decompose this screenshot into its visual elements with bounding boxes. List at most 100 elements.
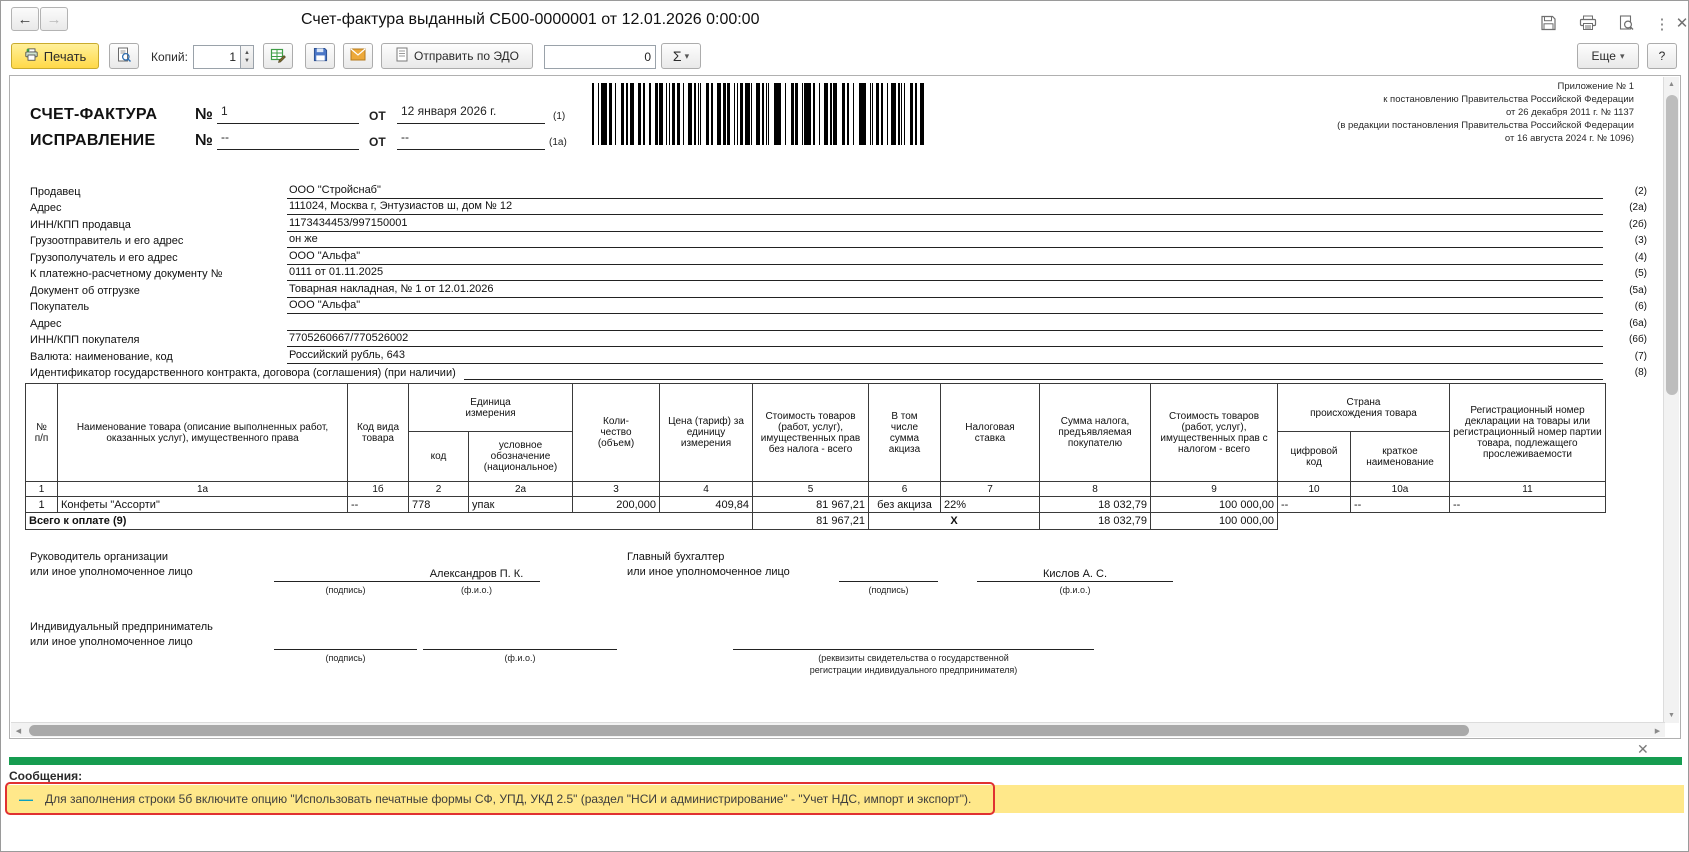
preview-button[interactable] xyxy=(109,43,139,69)
window-title: Счет-фактура выданный СБ00-0000001 от 12… xyxy=(301,11,760,28)
back-button[interactable]: ← xyxy=(11,7,39,31)
column-number: 5 xyxy=(752,481,869,497)
cell-rate: 22% xyxy=(940,496,1040,513)
print-icon[interactable] xyxy=(1577,13,1599,33)
total-x-mark: X xyxy=(868,512,1040,530)
header-cell-kind: Код вида товара xyxy=(347,383,409,482)
count-value: 0 xyxy=(644,50,651,64)
cell-unit-symbol: упак xyxy=(468,496,573,513)
floppy-icon xyxy=(313,47,328,65)
correction-number-value: -- xyxy=(217,130,359,150)
field-label: Валюта: наименование, код xyxy=(30,350,173,363)
column-number: 1а xyxy=(57,481,348,497)
vertical-scroll-thumb[interactable] xyxy=(1666,95,1678,395)
column-number: 8 xyxy=(1039,481,1151,497)
accountant-label-line: или иное уполномоченное лицо xyxy=(627,566,790,578)
field-label: Идентификатор государственного контракта… xyxy=(30,367,456,379)
column-number: 9 xyxy=(1150,481,1278,497)
column-number: 2 xyxy=(408,481,469,497)
cell-unit-code: 778 xyxy=(408,496,469,513)
field-marker: (4) xyxy=(1634,251,1647,263)
scroll-left-icon[interactable]: ◀ xyxy=(11,723,26,738)
field-label: ИНН/КПП продавца xyxy=(30,218,131,231)
head-signer-label-line: или иное уполномоченное лицо xyxy=(30,566,193,578)
invoice-print-form: Приложение № 1 к постановлению Правитель… xyxy=(9,75,1681,739)
column-number: 2а xyxy=(468,481,573,497)
legal-note-line: от 26 декабря 2011 г. № 1137 xyxy=(1505,107,1634,118)
copies-stepper[interactable]: ▲ ▼ xyxy=(241,45,254,69)
field-marker: (7) xyxy=(1634,350,1647,362)
vertical-scrollbar[interactable]: ▲ ▼ xyxy=(1663,77,1679,723)
scroll-down-icon[interactable]: ▼ xyxy=(1664,708,1679,723)
field-marker: (5а) xyxy=(1629,284,1647,296)
copies-label: Копий: xyxy=(151,50,188,64)
more-menu-icon[interactable]: ⋮ xyxy=(1651,14,1673,34)
message-marker: — xyxy=(19,791,33,807)
head-signature-line xyxy=(274,560,417,582)
field-label: Покупатель xyxy=(30,301,90,313)
cell-price: 409,84 xyxy=(659,496,753,513)
header-cell-unit: Единица измерения xyxy=(408,383,573,432)
entrepreneur-label-line: или иное уполномоченное лицо xyxy=(30,636,193,648)
message-row[interactable]: — Для заполнения строки 5б включите опци… xyxy=(7,785,1684,813)
barcode xyxy=(592,83,927,145)
help-button[interactable]: ? xyxy=(1647,43,1677,69)
field-row-consignor: Грузоотправитель и его адрес он же (3) xyxy=(30,232,1647,248)
field-row-buyer-inn: ИНН/КПП покупателя 7705260667/770526002 … xyxy=(30,331,1647,347)
close-messages-icon[interactable]: ✕ xyxy=(1637,741,1649,758)
requisites-block: Продавец ООО "Стройснаб" (2) Адрес 11102… xyxy=(30,182,1647,380)
goods-table: № п/п Наименование товара (описание выпо… xyxy=(25,383,1606,530)
legal-note-line: от 16 августа 2024 г. № 1096) xyxy=(1504,133,1634,144)
entrepreneur-name-line xyxy=(423,628,617,650)
send-edo-button[interactable]: Отправить по ЭДО xyxy=(381,43,533,69)
total-cost-wo-tax: 81 967,21 xyxy=(752,512,869,530)
head-name-line: Александров П. К. xyxy=(413,560,540,582)
edo-document-icon xyxy=(395,47,409,65)
header-cell-cost-w-tax: Стоимость товаров (работ, услуг), имущес… xyxy=(1150,383,1278,482)
message-text: Для заполнения строки 5б включите опцию … xyxy=(45,792,972,806)
invoice-marker: (1) xyxy=(553,111,566,122)
copies-input[interactable]: 1 xyxy=(193,45,241,69)
cell-qty: 200,000 xyxy=(572,496,660,513)
field-row-buyer: Покупатель ООО "Альфа" (6) xyxy=(30,298,1647,314)
total-tax-sum: 18 032,79 xyxy=(1039,512,1151,530)
field-label: Документ об отгрузке xyxy=(30,284,140,297)
count-input[interactable]: 0 xyxy=(544,45,656,69)
certificate-caption: (реквизиты свидетельства о государственн… xyxy=(733,652,1094,676)
correction-from-label: ОТ xyxy=(369,135,386,149)
field-value: 111024, Москва г, Энтузиастов ш, дом № 1… xyxy=(287,200,1603,215)
close-window-icon[interactable]: ✕ xyxy=(1671,13,1688,33)
column-number: 10 xyxy=(1277,481,1351,497)
save-icon[interactable] xyxy=(1537,13,1559,33)
signature-caption: (подпись) xyxy=(325,653,366,663)
accountant-name-line: Кислов А. С. xyxy=(977,560,1173,582)
preview-icon[interactable] xyxy=(1615,13,1637,33)
save-file-button[interactable] xyxy=(305,43,335,69)
print-button-label: Печать xyxy=(43,48,87,64)
cell-country-name: -- xyxy=(1350,496,1450,513)
field-row-address: Адрес 111024, Москва г, Энтузиастов ш, д… xyxy=(30,199,1647,215)
field-row-seller: Продавец ООО "Стройснаб" (2) xyxy=(30,182,1647,199)
table-settings-button[interactable] xyxy=(263,43,293,69)
name-caption: (ф.и.о.) xyxy=(504,653,536,663)
name-caption: (ф.и.о.) xyxy=(1059,585,1091,595)
scroll-up-icon[interactable]: ▲ xyxy=(1664,77,1679,92)
sum-button[interactable]: Σ ▾ xyxy=(661,43,701,69)
horizontal-scrollbar[interactable]: ◀ ▶ xyxy=(11,722,1665,737)
entrepreneur-label-line: Индивидуальный предприниматель xyxy=(30,621,213,633)
header-cell-qty: Коли- чество (объем) xyxy=(572,383,660,482)
print-button[interactable]: Печать xyxy=(11,43,99,69)
field-value: ООО "Стройснаб" xyxy=(287,184,1603,199)
certificate-caption-line: (реквизиты свидетельства о государственн… xyxy=(818,653,1009,663)
horizontal-scroll-thumb[interactable] xyxy=(29,725,1469,736)
field-marker: (6а) xyxy=(1629,317,1647,329)
forward-button[interactable]: → xyxy=(40,7,68,31)
field-value: 7705260667/770526002 xyxy=(287,332,1603,347)
printer-icon xyxy=(24,47,39,65)
scroll-right-icon[interactable]: ▶ xyxy=(1650,723,1665,738)
field-row-seller-inn: ИНН/КПП продавца 1173434453/997150001 (2… xyxy=(30,215,1647,232)
certificate-line xyxy=(733,628,1094,650)
header-cell-tax-sum: Сумма налога, предъявляемая покупателю xyxy=(1039,383,1151,482)
send-email-button[interactable] xyxy=(343,43,373,69)
more-button[interactable]: Еще ▾ xyxy=(1577,43,1639,69)
